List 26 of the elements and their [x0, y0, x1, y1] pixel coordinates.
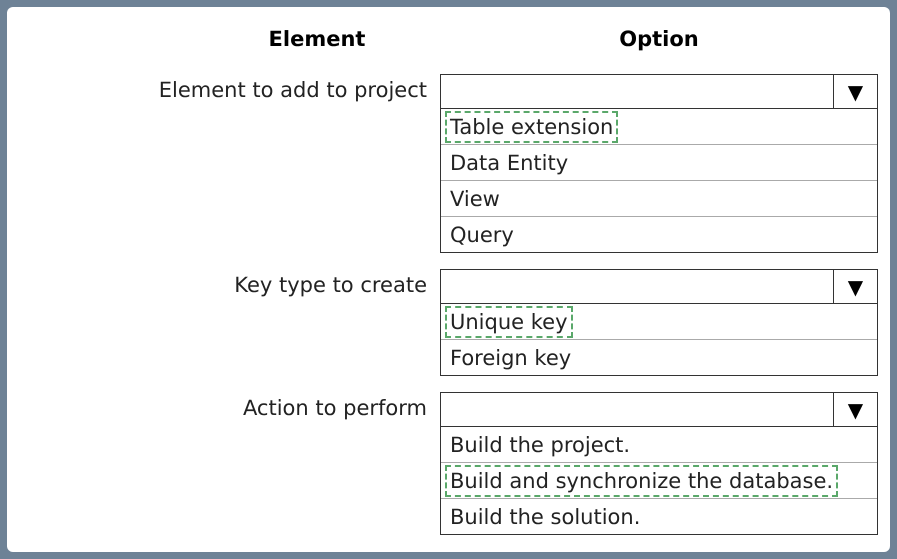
option-text: Build the project.	[449, 432, 632, 458]
option-item[interactable]: Build and synchronize the database.	[441, 462, 877, 498]
option-text: Build and synchronize the database.	[445, 464, 838, 496]
dropdown[interactable]: ▼	[440, 392, 878, 427]
option-text: Unique key	[445, 306, 573, 338]
question-label: Element to add to project	[158, 78, 427, 102]
option-item[interactable]: Query	[441, 216, 877, 252]
option-item[interactable]: Table extension	[441, 109, 877, 144]
option-text: Build the solution.	[449, 504, 642, 530]
column-header: Option	[619, 27, 699, 53]
dropdown[interactable]: ▼	[440, 74, 878, 109]
option-text: Query	[449, 222, 515, 248]
option-text: Foreign key	[449, 344, 572, 372]
dropdown[interactable]: ▼	[440, 269, 878, 304]
option-text: Data Entity	[449, 150, 570, 176]
option-text: Table extension	[445, 110, 618, 142]
question-label: Key type to create	[234, 273, 427, 297]
column-header: Element	[268, 27, 366, 53]
option-item[interactable]: Data Entity	[441, 144, 877, 180]
option-item[interactable]: Unique key	[441, 304, 877, 339]
option-item[interactable]: Build the solution.	[441, 498, 877, 534]
option-item[interactable]: Foreign key	[441, 339, 877, 375]
question-label: Action to perform	[242, 396, 427, 420]
option-item[interactable]: Build the project.	[441, 427, 877, 462]
option-text: View	[449, 186, 501, 212]
option-item[interactable]: View	[441, 180, 877, 216]
